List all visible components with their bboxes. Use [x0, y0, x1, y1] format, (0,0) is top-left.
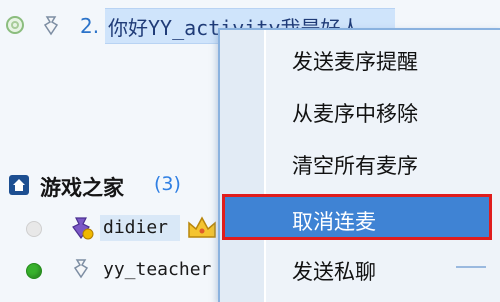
menu-item-label: 取消连麦 [292, 210, 376, 234]
status-ring-icon [6, 16, 24, 34]
menu-item-remove-from-queue[interactable]: 从麦序中移除 [222, 86, 492, 138]
user-icon [43, 16, 59, 36]
menu-item-send-queue-reminder[interactable]: 发送麦序提醒 [222, 34, 492, 86]
group-header[interactable]: 游戏之家 (3) [6, 170, 226, 200]
menu-item-send-private-chat[interactable]: 发送私聊 [222, 244, 492, 296]
context-menu: 发送麦序提醒 从麦序中移除 清空所有麦序 取消连麦 发送私聊 [218, 28, 500, 302]
group-name: 游戏之家 [40, 176, 124, 200]
menu-item-label: 从麦序中移除 [292, 102, 418, 126]
crown-icon [188, 216, 216, 238]
item-index: 2. [80, 14, 100, 38]
submenu-indicator [456, 266, 486, 268]
menu-item-clear-all-queue[interactable]: 清空所有麦序 [222, 138, 492, 190]
vip-user-icon [72, 217, 94, 240]
menu-item-label: 清空所有麦序 [292, 154, 418, 178]
member-row[interactable]: yy_teacher [0, 253, 230, 287]
offline-status-icon [26, 221, 42, 237]
member-row[interactable]: didier [0, 211, 230, 245]
user-icon [73, 259, 89, 279]
menu-item-label: 发送私聊 [292, 260, 376, 284]
online-status-icon [26, 263, 42, 279]
member-name: didier [103, 217, 169, 238]
menu-item-cancel-mic-link[interactable]: 取消连麦 [222, 194, 492, 240]
group-count: (3) [154, 173, 181, 195]
menu-item-label: 发送麦序提醒 [292, 50, 418, 74]
home-icon [9, 175, 29, 195]
member-name: yy_teacher [103, 259, 212, 280]
